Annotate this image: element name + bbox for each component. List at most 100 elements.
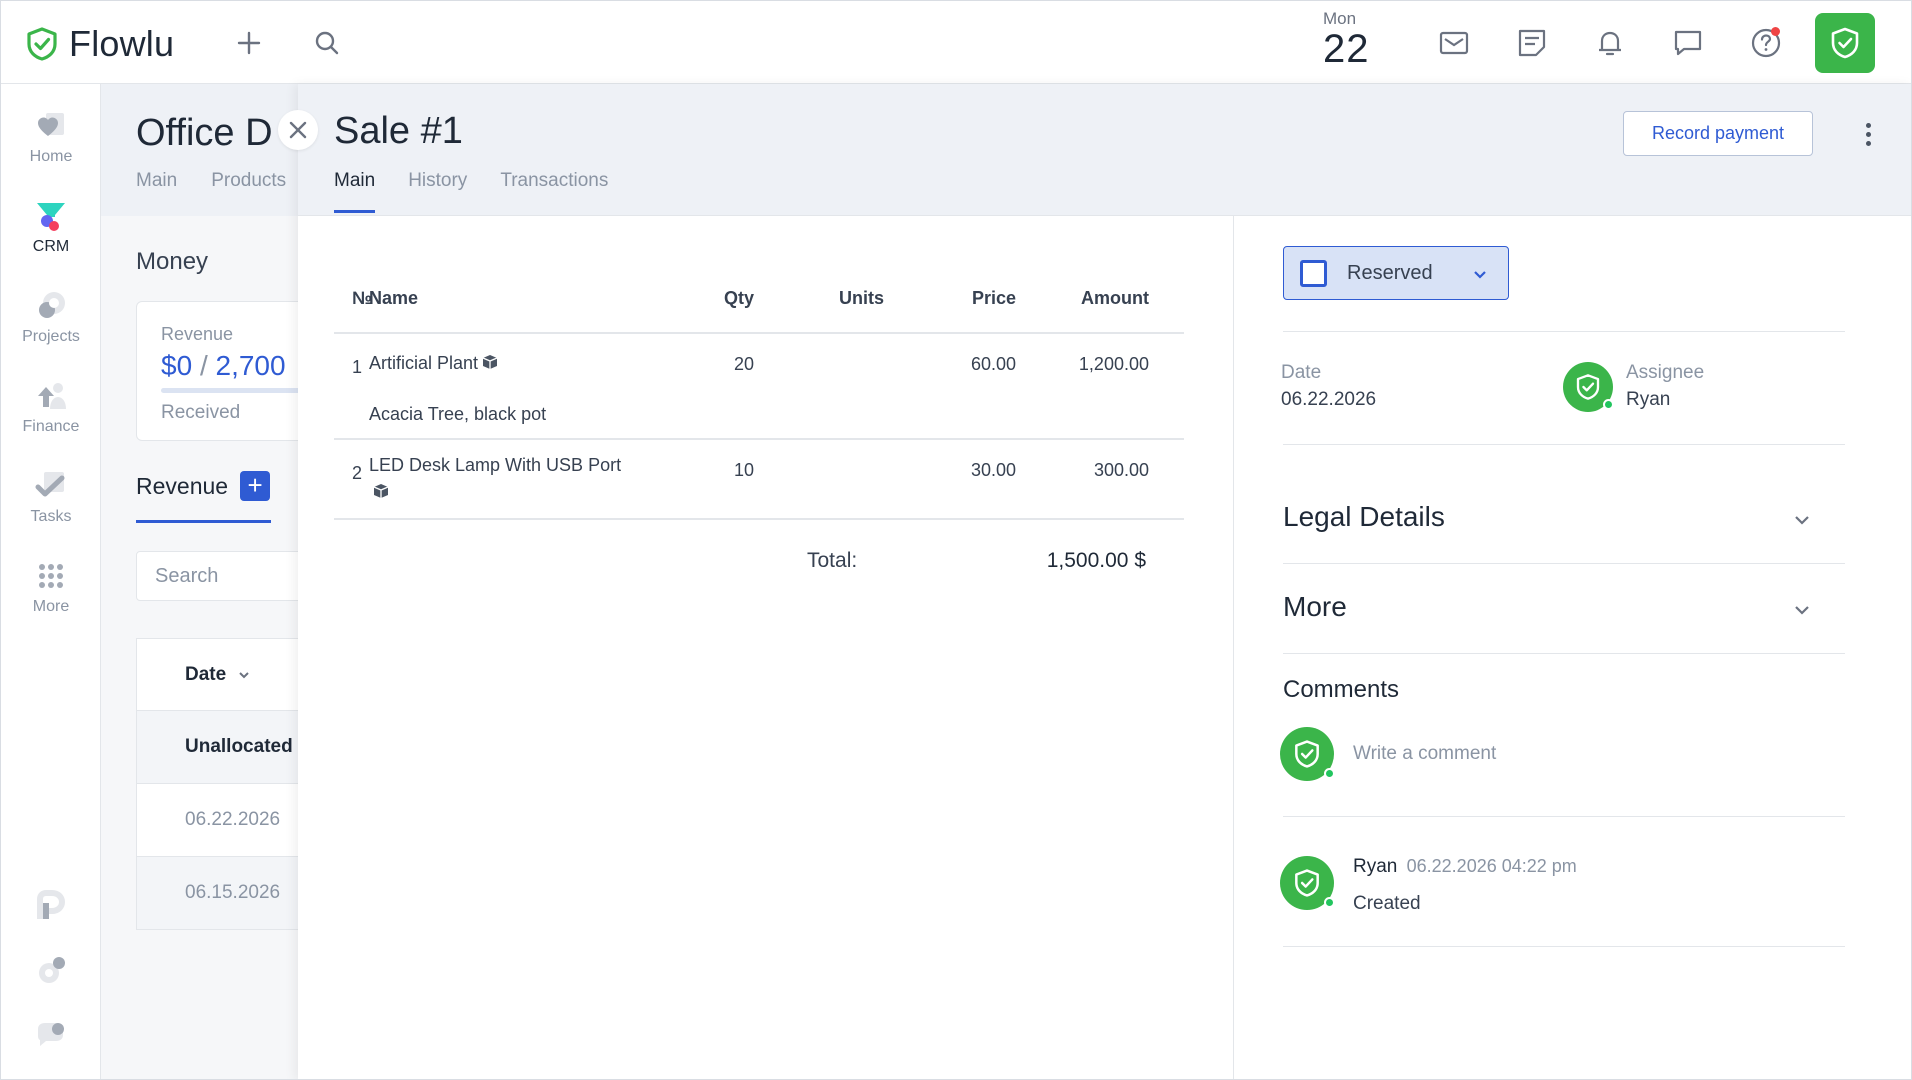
add-icon[interactable] [231, 25, 267, 61]
divider [1283, 563, 1845, 564]
tab-history[interactable]: History [408, 170, 467, 213]
bell-icon[interactable] [1590, 23, 1630, 63]
deal-tabs: Main Products [136, 170, 286, 192]
comments-title: Comments [1283, 676, 1400, 703]
online-indicator [1324, 897, 1335, 908]
panel-divider [1233, 216, 1234, 1079]
grid-icon [31, 556, 71, 596]
date-day: 22 [1323, 27, 1370, 71]
total-label: Total: [807, 549, 858, 572]
online-indicator [1324, 768, 1335, 779]
user-avatar[interactable] [1815, 13, 1875, 73]
notification-dot [1771, 27, 1780, 36]
divider [1283, 331, 1845, 332]
status-label: Reserved [1347, 261, 1433, 284]
notes-icon[interactable] [1512, 23, 1552, 63]
add-revenue-button[interactable]: + [240, 471, 271, 501]
chevron-down-icon[interactable] [1791, 509, 1813, 531]
flowlu-logo-icon [27, 27, 57, 61]
funnel-icon [31, 196, 71, 236]
record-payment-button[interactable]: Record payment [1623, 111, 1813, 156]
table-row[interactable]: 2 LED Desk Lamp With USB Port 10 30.00 3… [334, 440, 1184, 520]
col-price: Price [971, 288, 1016, 308]
revenue-received: $0 [161, 350, 193, 381]
left-nav: Home CRM Projects Finance Tasks More [1, 84, 101, 1079]
date-value[interactable]: 06.22.2026 [1281, 389, 1376, 411]
row-price: 60.00 [970, 354, 1016, 374]
tab-main[interactable]: Main [334, 170, 376, 213]
app-window: Flowlu Mon 22 Home CRM Projects Finance … [0, 0, 1912, 1080]
chevron-down-icon[interactable] [1791, 599, 1813, 621]
assignee-value[interactable]: Ryan [1626, 389, 1670, 411]
tab-transactions[interactable]: Transactions [500, 170, 608, 213]
nav-item-home[interactable]: Home [1, 106, 101, 166]
app-logo[interactable]: Flowlu [25, 23, 174, 65]
close-panel-button[interactable] [278, 110, 318, 150]
status-dropdown[interactable]: Reserved [1283, 246, 1509, 300]
tab-main[interactable]: Main [136, 170, 177, 192]
row-price: 30.00 [970, 460, 1016, 480]
status-checkbox[interactable] [1300, 259, 1327, 287]
divider [1283, 816, 1845, 817]
revenue-sub: Received [161, 402, 241, 423]
activity-user[interactable]: Ryan [1353, 856, 1397, 877]
col-units: Units [839, 288, 884, 308]
product-name[interactable]: Artificial Plant [369, 350, 629, 377]
help-icon[interactable] [1746, 23, 1786, 63]
nav-label: Tasks [30, 508, 72, 525]
support-chat-icon [31, 1016, 71, 1056]
activity-text: Created [1353, 893, 1421, 914]
revenue-label: Revenue [161, 324, 234, 344]
revenue-total: 2,700 [215, 350, 286, 381]
revenue-tab[interactable]: Revenue + [136, 471, 271, 501]
date-weekday: Mon [1323, 9, 1357, 28]
gear-icon [31, 951, 71, 991]
products-table: № Name Qty Units Price Amount 1 Artifici… [334, 264, 1184, 520]
row-amount: 1,200.00 [1078, 354, 1149, 374]
assignee-avatar[interactable] [1563, 362, 1614, 412]
current-user-avatar [1280, 727, 1335, 781]
more-options-icon[interactable] [1858, 116, 1878, 152]
chevron-down-icon [239, 671, 249, 678]
revenue-tab-underline [136, 520, 271, 523]
revenue-separator: / [199, 350, 208, 381]
assignee-label: Assignee [1626, 362, 1705, 383]
row-number: 2 [352, 463, 363, 483]
nav-item-support[interactable] [1, 1016, 101, 1056]
product-description: Acacia Tree, black pot [369, 404, 547, 424]
nav-item-projects[interactable]: Projects [1, 286, 101, 346]
nav-item-finance[interactable]: Finance [1, 376, 101, 436]
money-section-title: Money [136, 248, 209, 275]
nav-label: Projects [22, 328, 80, 345]
chat-icon[interactable] [1668, 23, 1708, 63]
tab-products[interactable]: Products [211, 170, 286, 192]
comment-input[interactable]: Write a comment [1353, 743, 1496, 765]
nav-item-tasks[interactable]: Tasks [1, 466, 101, 526]
legal-details-title[interactable]: Legal Details [1283, 501, 1445, 533]
nav-label: CRM [32, 238, 70, 255]
table-row[interactable]: 1 Artificial Plant 20 60.00 1,200.00 Aca… [334, 334, 1184, 440]
nav-item-settings[interactable] [1, 951, 101, 991]
more-section-title[interactable]: More [1283, 591, 1347, 623]
nav-item-crm[interactable]: CRM [1, 196, 101, 256]
nav-item-p[interactable] [1, 886, 101, 926]
close-icon [289, 121, 307, 139]
online-indicator [1603, 399, 1614, 410]
calendar-date[interactable]: Mon 22 [1323, 9, 1393, 69]
row-qty: 10 [733, 460, 754, 480]
sale-title: Sale #1 [334, 110, 463, 152]
heart-icon [31, 106, 71, 146]
mail-icon[interactable] [1434, 23, 1474, 63]
divider [1283, 444, 1845, 445]
search-icon[interactable] [309, 25, 345, 61]
activity-time: 06.22.2026 04:22 pm [1406, 856, 1577, 876]
col-amount: Amount [1081, 288, 1149, 308]
deal-title: Office D [136, 112, 273, 154]
col-name: Name [369, 288, 419, 308]
chevron-down-icon [1474, 271, 1486, 279]
product-box-icon [373, 484, 389, 498]
sale-panel: Sale #1 Main History Transactions Record… [298, 84, 1911, 1079]
activity-header: Ryan 06.22.2026 04:22 pm [1353, 856, 1577, 878]
nav-item-more[interactable]: More [1, 556, 101, 616]
product-name[interactable]: LED Desk Lamp With USB Port [369, 452, 629, 506]
